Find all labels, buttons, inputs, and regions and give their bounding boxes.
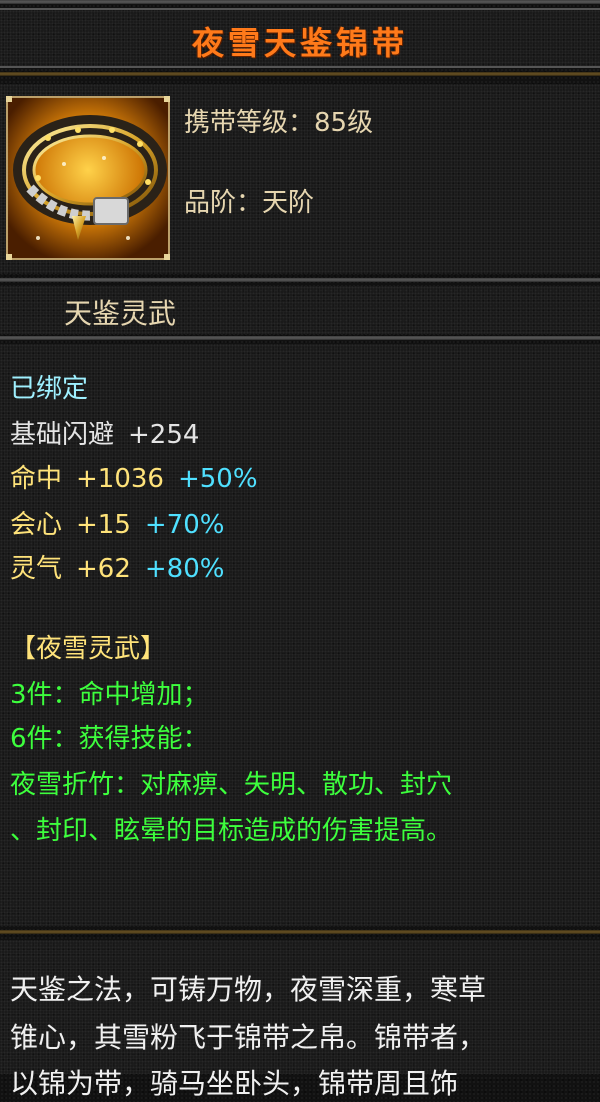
stat-label: 基础闪避: [10, 420, 115, 450]
frame-corner: [6, 96, 12, 102]
frame-corner: [164, 96, 170, 102]
stat-label: 命中: [10, 464, 63, 494]
description-panel: 天鉴之法，可铸万物，夜雪深重，寒草 锥心，其雪粉飞于锦带之帛。锦带者， 以锦为带…: [0, 940, 600, 1100]
stat-label: 会心: [10, 510, 63, 540]
divider: [0, 72, 600, 76]
frame-corner: [164, 254, 170, 260]
hit-row: 命中 +1036 +50%: [10, 458, 272, 495]
crit-row: 会心 +15 +70%: [10, 504, 238, 541]
stat-bonus: +80%: [144, 554, 225, 584]
divider: [0, 930, 600, 934]
belt-icon: [8, 98, 168, 258]
top-divider: [0, 0, 600, 4]
stat-bonus: +50%: [177, 464, 258, 494]
frame-corner: [6, 254, 12, 260]
set-skill-line: 夜雪折竹：对麻痹、失明、散功、封穴: [10, 770, 453, 800]
set-bonus-title: 【夜雪灵武】: [10, 634, 167, 664]
attribute-panel: 已绑定 基础闪避 +254 命中 +1036 +50% 会心 +15 +70% 灵气 +62…: [0, 344, 600, 926]
set-skill-line: 、封印、眩晕的目标造成的伤害提高。: [10, 816, 453, 846]
stat-value: +254: [128, 420, 200, 450]
item-title: 夜雪天鉴锦带: [191, 24, 408, 62]
title-panel: 夜雪天鉴锦带: [0, 8, 600, 68]
stat-label: 灵气: [10, 554, 63, 584]
base-dodge-row: 基础闪避 +254: [10, 414, 213, 451]
stat-value: +15: [76, 510, 131, 540]
set-bonus-3-piece: 3件：命中增加；: [10, 680, 209, 710]
stat-value: +62: [76, 554, 131, 584]
set-name-panel: 天鉴灵武: [0, 286, 600, 334]
item-grade: 品阶：天阶: [184, 188, 315, 218]
set-bonus-6-piece: 6件：获得技能：: [10, 724, 209, 754]
spirit-row: 灵气 +62 +80%: [10, 548, 238, 585]
description-line: 锥心，其雪粉飞于锦带之帛。锦带者，: [10, 1021, 487, 1054]
stat-bonus: +70%: [144, 510, 225, 540]
item-icon-frame[interactable]: [6, 96, 170, 260]
carry-level: 携带等级：85级: [184, 108, 374, 138]
divider: [0, 336, 600, 340]
set-name: 天鉴灵武: [64, 297, 177, 330]
description-line: 以锦为带，骑马坐卧头，锦带周且饰: [10, 1067, 459, 1100]
stat-value: +1036: [76, 464, 164, 494]
divider: [0, 278, 600, 282]
item-header-panel: 携带等级：85级 品阶：天阶: [0, 84, 600, 274]
description-line: 天鉴之法，可铸万物，夜雪深重，寒草: [10, 973, 487, 1006]
bound-status: 已绑定: [10, 374, 89, 404]
